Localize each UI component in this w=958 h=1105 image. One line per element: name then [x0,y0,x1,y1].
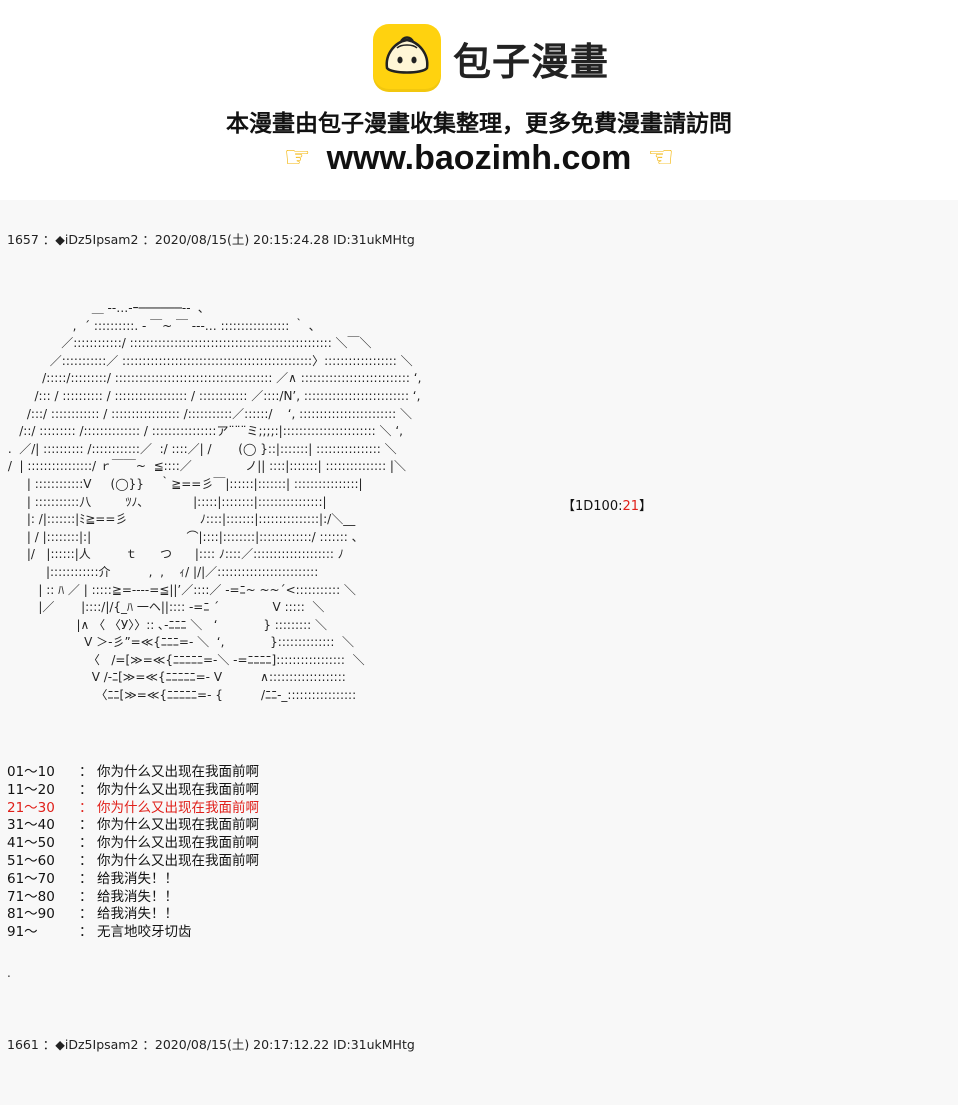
outcome-text: 给我消失！！ [97,888,178,905]
table-row: 11～20 ：你为什么又出现在我面前啊 [7,782,259,800]
table-row: 41～50 ：你为什么又出现在我面前啊 [7,835,259,853]
dice-suffix: 】 [639,499,653,514]
outcome-text: 无言地咬牙切齿 [97,924,192,941]
table-row: 91～ ：无言地咬牙切齿 [7,924,259,942]
outcome-text: 你为什么又出现在我面前啊 [97,799,259,816]
table-row: 61～70 ：给我消失！！ [7,871,259,889]
site-url-link[interactable]: www.baozimh.com [327,139,632,178]
dice-value: 21 [622,499,640,514]
separator: ： [79,924,93,941]
outcome-text: 给我消失！！ [97,906,178,923]
range-label: 01～10 [7,764,55,780]
outcome-text: 你为什么又出现在我面前啊 [97,817,259,834]
range-label: 11～20 [7,781,55,798]
dice-prefix: 【1D100: [562,499,623,514]
separator: ： [79,870,93,887]
post-header-1657: 1657 ：◆iDz5Ipsam2 ：2020/08/15(土) 20:15:2… [7,232,415,247]
range-label: 91～ [7,924,38,941]
separator: ： [79,817,93,834]
post-header-1661: 1661 ：◆iDz5Ipsam2 ：2020/08/15(土) 20:17:1… [7,1037,415,1052]
range-label: 21～30 [7,799,55,816]
table-row-highlighted: 21～30 ：你为什么又出现在我面前啊 [7,800,259,818]
outcome-text: 你为什么又出现在我面前啊 [97,781,259,798]
site-logo[interactable]: 包子漫畫 [373,23,609,93]
range-label: 61～70 [7,870,55,887]
logo-text: 包子漫畫 [453,39,610,84]
dice-roll-result: 【1D100:21】 [562,495,652,514]
trailing-dot: . [7,966,11,980]
separator: ： [79,852,93,869]
site-banner: 包子漫畫 本漫畫由包子漫畫收集整理，更多免費漫畫請訪問 ☞ www.baozim… [0,0,958,200]
table-row: 01～10 ：你为什么又出现在我面前啊 [7,764,259,782]
banner-url-row: ☞ www.baozimh.com ☜ [0,136,958,180]
ascii-art-character: ＿ -‐…‐ｰ──────‐- ､ , ´ ::::::::::. ‐ ￣~ ￣… [7,301,422,703]
separator: ： [79,764,93,780]
outcome-table: 01～10：你为什么又出现在我面前啊 11～20：你为什么又出现在我面前啊 21… [7,764,259,942]
range-label: 41～50 [7,835,55,852]
table-row: 81～90 ：给我消失！！ [7,906,259,924]
outcome-text: 你为什么又出现在我面前啊 [97,852,259,869]
pointing-left-hand-icon: ☜ [647,140,675,175]
range-label: 81～90 [7,906,55,923]
outcome-text: 你为什么又出现在我面前啊 [97,835,259,852]
table-row: 51～60 ：你为什么又出现在我面前啊 [7,853,259,871]
range-label: 51～60 [7,852,55,869]
outcome-text: 给我消失！！ [97,870,178,887]
separator: ： [79,835,93,852]
separator: ： [79,781,93,798]
separator: ： [79,888,93,905]
table-row: 71～80 ：给我消失！！ [7,889,259,907]
separator: ： [79,799,93,816]
range-label: 31～40 [7,817,55,834]
separator: ： [79,906,93,923]
bun-mascot-icon [373,24,441,92]
table-row: 31～40 ：你为什么又出现在我面前啊 [7,817,259,835]
banner-tagline: 本漫畫由包子漫畫收集整理，更多免費漫畫請訪問 [226,111,732,137]
outcome-text: 你为什么又出现在我面前啊 [97,764,259,780]
range-label: 71～80 [7,888,55,905]
pointing-right-hand-icon: ☞ [283,140,311,175]
